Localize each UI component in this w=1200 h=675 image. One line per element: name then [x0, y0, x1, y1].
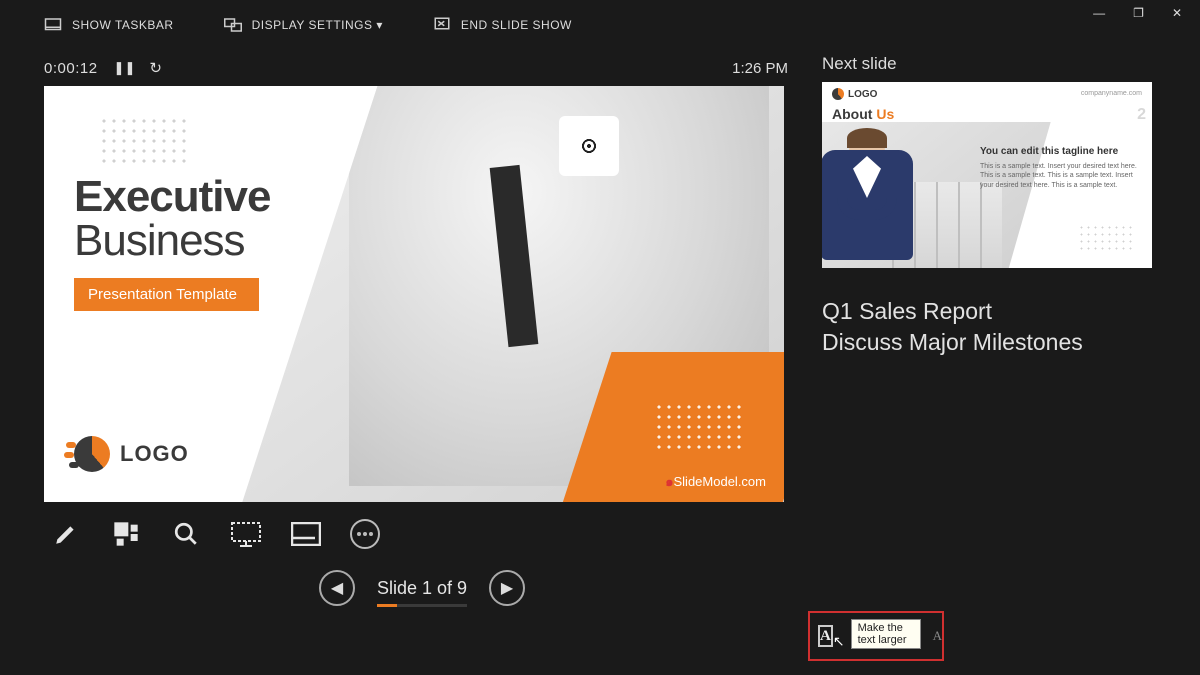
subtitles-button[interactable] [290, 518, 322, 550]
slide-title-line1: Executive [74, 172, 270, 222]
prev-slide-button[interactable]: ◀ [319, 570, 355, 606]
current-time: 1:26 PM [732, 60, 788, 77]
cursor-icon: ↖ [833, 633, 845, 650]
next-slide-panel: Next slide LOGO companyname.com About Us… [800, 50, 1200, 665]
text-size-controls: A ↖ Make the text larger A [808, 611, 944, 661]
current-slide[interactable]: Executive Business Presentation Template… [44, 86, 784, 502]
taskbar-icon [44, 16, 62, 34]
presenter-main: 0:00:12 ❚❚ ↻ 1:26 PM Executive Business … [0, 50, 800, 665]
slide-subtitle: Presentation Template [74, 278, 259, 311]
decor-dots [1078, 224, 1132, 254]
more-options-button[interactable] [350, 519, 380, 549]
reset-timer-button[interactable]: ↻ [149, 59, 162, 77]
zoom-button[interactable] [170, 518, 202, 550]
end-show-icon [433, 16, 451, 34]
presenter-tools [44, 502, 800, 550]
see-all-slides-button[interactable] [110, 518, 142, 550]
thumb-logo: LOGO [832, 88, 877, 100]
minimize-button[interactable]: — [1093, 6, 1105, 20]
end-slideshow-label: END SLIDE SHOW [461, 18, 572, 32]
note-line: Discuss Major Milestones [822, 327, 1184, 358]
display-settings-button[interactable]: DISPLAY SETTINGS ▾ [224, 16, 383, 34]
show-taskbar-label: SHOW TASKBAR [72, 18, 174, 32]
timer-bar: 0:00:12 ❚❚ ↻ 1:26 PM [44, 50, 800, 86]
decor-dots [99, 116, 189, 166]
logo-mark-icon [74, 436, 110, 472]
display-settings-icon [224, 16, 242, 34]
tooltip: Make the text larger [851, 619, 921, 649]
logo-text: LOGO [120, 441, 189, 467]
black-screen-button[interactable] [230, 518, 262, 550]
decor-dots-white [654, 402, 744, 452]
pause-timer-button[interactable]: ❚❚ [114, 60, 136, 76]
end-slideshow-button[interactable]: END SLIDE SHOW [433, 16, 572, 34]
presenter-topbar: SHOW TASKBAR DISPLAY SETTINGS ▾ END SLID… [0, 0, 1200, 50]
speaker-notes: Q1 Sales Report Discuss Major Milestones [822, 296, 1184, 358]
thumb-body: This is a sample text. Insert your desir… [980, 162, 1144, 190]
slide-watermark: ๑SlideModel.com [665, 471, 766, 492]
slide-logo: LOGO [74, 436, 189, 472]
decrease-text-button[interactable]: A [933, 628, 942, 644]
show-taskbar-button[interactable]: SHOW TASKBAR [44, 16, 174, 34]
logo-mark-icon [832, 88, 844, 100]
next-slide-header: Next slide [822, 54, 1184, 74]
slide-title-line2: Business [74, 216, 245, 266]
slide-counter: Slide 1 of 9 [377, 578, 467, 599]
next-slide-button[interactable]: ▶ [489, 570, 525, 606]
restore-button[interactable]: ❐ [1133, 6, 1144, 20]
thumb-title: About Us [832, 106, 894, 122]
thumb-company: companyname.com [1081, 90, 1142, 97]
increase-text-button[interactable]: A [818, 625, 833, 647]
display-settings-label: DISPLAY SETTINGS ▾ [252, 18, 383, 32]
note-line: Q1 Sales Report [822, 296, 1184, 327]
thumb-photo [822, 122, 1051, 268]
elapsed-time: 0:00:12 [44, 60, 98, 77]
window-controls: — ❐ ✕ [1093, 6, 1182, 20]
thumb-tagline: You can edit this tagline here [980, 146, 1140, 157]
next-slide-thumbnail[interactable]: LOGO companyname.com About Us 2 You can … [822, 82, 1152, 268]
close-button[interactable]: ✕ [1172, 6, 1182, 20]
pen-tool-button[interactable] [50, 518, 82, 550]
thumb-slide-number: 2 [1137, 106, 1146, 124]
slide-nav: ◀ Slide 1 of 9 ▶ [44, 570, 800, 606]
